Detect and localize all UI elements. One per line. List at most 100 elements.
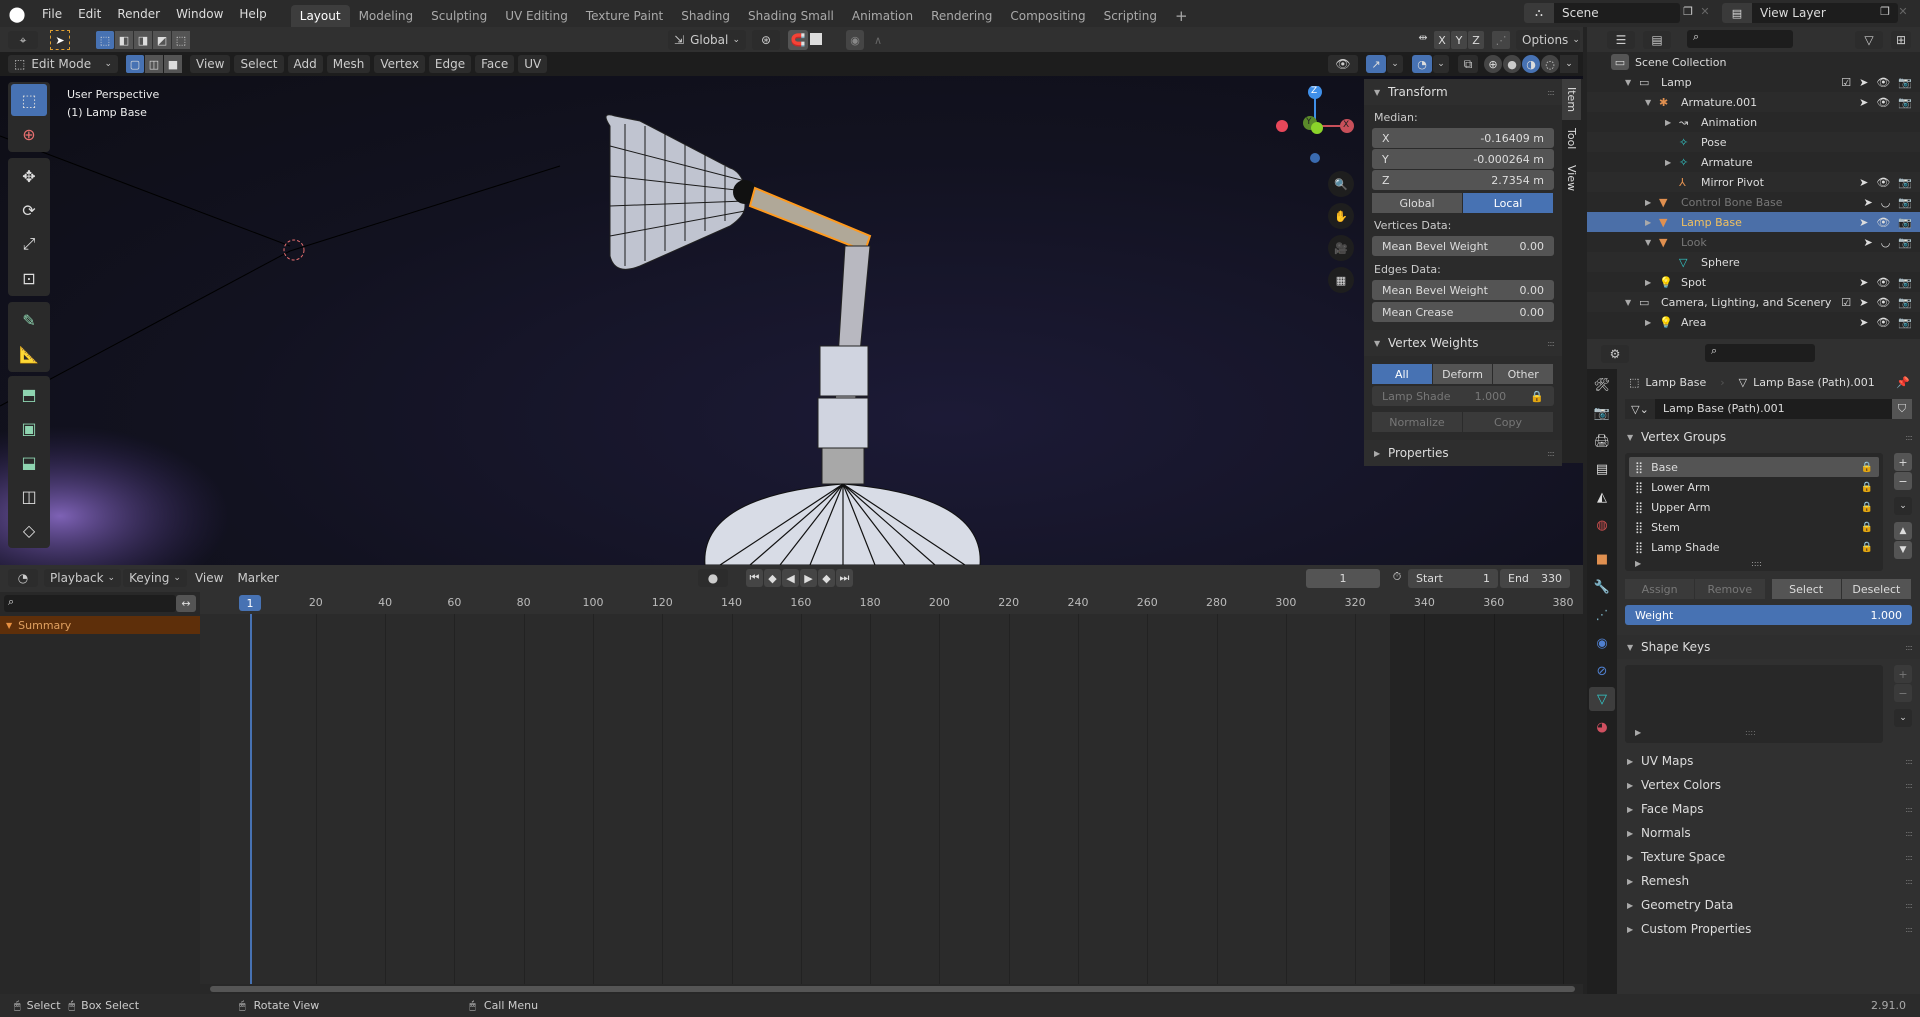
record-keyframe-icon[interactable]: ● — [698, 569, 728, 587]
rendered-shading-icon[interactable]: ◌ — [1541, 55, 1559, 73]
expanded-arrow-icon[interactable]: ▼ — [1625, 78, 1639, 87]
next-keyframe-icon[interactable]: ◆ — [818, 569, 835, 587]
filter-deform-button[interactable]: Deform — [1432, 364, 1493, 384]
menu-uv[interactable]: UV — [518, 55, 548, 73]
3d-viewport[interactable]: ⬚ ⊕ ✥ ⟳ ⤢ ⊡ ✎ 📐 ⬒ ▣ ⬓ ◫ ◇ User Perspecti… — [0, 76, 1583, 565]
snap-icon[interactable]: 🧲 — [788, 30, 808, 50]
selectable-icon[interactable]: ➤ — [1863, 196, 1872, 209]
mesh-name-field[interactable]: Lamp Base (Path).001 — [1655, 399, 1892, 419]
select-new-icon[interactable]: ⬚ — [96, 31, 114, 49]
delete-scene-icon[interactable]: ✕ — [1698, 5, 1712, 18]
local-button[interactable]: Local — [1463, 193, 1553, 213]
tab-modeling[interactable]: Modeling — [350, 5, 423, 27]
menu-marker[interactable]: Marker — [231, 569, 284, 587]
delete-view-layer-icon[interactable]: ✕ — [1896, 5, 1910, 18]
tab-view[interactable]: View — [1562, 157, 1581, 199]
render-tab-icon[interactable]: 📷 — [1589, 401, 1615, 425]
loop-cut-tool-icon[interactable]: ◫ — [11, 480, 47, 512]
vertex-group-item[interactable]: ⣿ Lamp Shade 🔒 — [1629, 537, 1879, 557]
select-invert-icon[interactable]: ◩ — [153, 31, 171, 49]
edge-select-icon[interactable]: ◫ — [145, 55, 163, 73]
panel-header[interactable]: ▶ Vertex Colors:::: — [1617, 773, 1920, 797]
collapsed-arrow-icon[interactable]: ▶ — [1665, 118, 1679, 127]
drag-grip-icon[interactable]: :::: — [1905, 901, 1913, 910]
face-select-icon[interactable]: ■ — [164, 55, 182, 73]
outliner-row[interactable]: ▶ 💡 Spot ➤ 👁 📷 — [1587, 272, 1920, 292]
transform-tool-icon[interactable]: ⊡ — [11, 262, 47, 294]
collapsed-arrow-icon[interactable]: ▶ — [1645, 278, 1659, 287]
panel-header[interactable]: ▶ Face Maps:::: — [1617, 797, 1920, 821]
snap-target-icon[interactable] — [810, 33, 822, 45]
hidden-eye-icon[interactable]: ◡ — [1881, 236, 1891, 249]
render-camera-icon[interactable]: 📷 — [1898, 276, 1912, 289]
drag-grip-icon[interactable]: :::: — [1905, 643, 1913, 652]
editor-type-icon[interactable]: ⌖ — [8, 31, 38, 49]
panel-header[interactable]: ▶ Normals:::: — [1617, 821, 1920, 845]
stem-block-upper[interactable] — [819, 345, 869, 397]
panel-header[interactable]: ▶ Geometry Data:::: — [1617, 893, 1920, 917]
render-camera-icon[interactable]: 📷 — [1898, 316, 1912, 329]
particles-tab-icon[interactable]: ⋰ — [1589, 603, 1615, 627]
preview-range-icon[interactable]: ⏱ — [1388, 570, 1406, 584]
wireframe-shading-icon[interactable]: ⊕ — [1484, 55, 1502, 73]
prev-keyframe-icon[interactable]: ◆ — [764, 569, 781, 587]
rotate-tool-icon[interactable]: ⟳ — [11, 194, 47, 226]
tab-animation[interactable]: Animation — [843, 5, 922, 27]
drag-grip-icon[interactable]: :::: — [1905, 925, 1913, 934]
current-frame-field[interactable]: 1 — [1306, 569, 1380, 588]
select-button[interactable]: Select — [1771, 579, 1841, 599]
collapsed-arrow-icon[interactable]: ▶ — [1645, 318, 1659, 327]
sync-visibility-icon[interactable]: ↔ — [176, 595, 196, 612]
measure-tool-icon[interactable]: 📐 — [11, 338, 47, 370]
panel-header[interactable]: ▶ Texture Space:::: — [1617, 845, 1920, 869]
auto-merge-icon[interactable]: ⋰ — [1492, 31, 1510, 49]
start-frame-field[interactable]: Start 1 — [1408, 569, 1498, 588]
median-x-field[interactable]: X -0.16409 m — [1372, 128, 1554, 148]
zoom-icon[interactable]: 🔍 — [1328, 171, 1354, 197]
panel-header[interactable]: ▶ Custom Properties:::: — [1617, 917, 1920, 941]
transform-orientation-dropdown[interactable]: ⇲ Global ⌄ — [668, 30, 746, 50]
knife-tool-icon[interactable]: ◇ — [11, 514, 47, 546]
selectable-icon[interactable]: ➤ — [1859, 296, 1868, 309]
menu-add[interactable]: Add — [287, 55, 323, 73]
menu-keying[interactable]: Keying ⌄ — [123, 569, 187, 587]
scale-tool-icon[interactable]: ⤢ — [11, 228, 47, 260]
object-tab-icon[interactable]: ■ — [1589, 547, 1615, 571]
output-tab-icon[interactable]: 🖨 — [1589, 429, 1615, 453]
menu-render[interactable]: Render — [109, 7, 168, 21]
frame-ruler[interactable]: 1 20 40 60 80 100 120 140 160 180 200 220 240 260 280 3… — [200, 592, 1583, 614]
neg-z-axis-handle[interactable] — [1310, 153, 1320, 163]
properties-editor-type-icon[interactable]: ⚙ — [1601, 345, 1629, 363]
mode-dropdown[interactable]: ⬚ Edit Mode ⌄ — [8, 55, 118, 73]
filter-other-button[interactable]: Other — [1493, 364, 1554, 384]
options-dropdown[interactable]: Options ⌄ — [1516, 30, 1580, 50]
mesh-data-tab-icon[interactable]: ▽ — [1589, 687, 1615, 711]
list-resize-grip-icon[interactable]: :::: — [1751, 559, 1762, 568]
outliner-root[interactable]: ▭ Scene Collection — [1587, 52, 1920, 72]
fake-user-shield-icon[interactable]: ⛉ — [1892, 399, 1912, 419]
add-shape-key-button[interactable]: + — [1894, 665, 1912, 683]
eye-icon[interactable]: 👁 — [1876, 216, 1890, 229]
properties-search-input[interactable]: ⌕ — [1705, 344, 1815, 362]
outliner-row[interactable]: ▶ ↝ Animation — [1587, 112, 1920, 132]
material-tab-icon[interactable]: ◕ — [1589, 715, 1615, 739]
eye-icon[interactable]: 👁 — [1876, 316, 1890, 329]
collapsed-arrow-icon[interactable]: ▶ — [1665, 158, 1679, 167]
menu-help[interactable]: Help — [231, 7, 274, 21]
menu-view[interactable]: View — [190, 55, 231, 73]
selectable-icon[interactable]: ➤ — [1859, 176, 1868, 189]
lock-icon[interactable]: 🔒 — [1530, 390, 1544, 403]
move-group-down-button[interactable]: ▼ — [1894, 541, 1912, 559]
render-camera-icon[interactable]: 📷 — [1898, 296, 1912, 309]
deselect-button[interactable]: Deselect — [1841, 579, 1911, 599]
drag-grip-icon[interactable]: :::: — [1905, 829, 1913, 838]
expanded-arrow-icon[interactable]: ▼ — [1645, 238, 1659, 247]
outliner-row[interactable]: ▼ ✱ Armature.001 ➤ 👁 📷 — [1587, 92, 1920, 112]
upper-arm-mesh-selected[interactable] — [748, 186, 872, 253]
stem-block-lower[interactable] — [817, 397, 869, 449]
menu-timeline-view[interactable]: View — [189, 569, 229, 587]
median-y-field[interactable]: Y -0.000264 m — [1372, 149, 1554, 169]
vertex-group-item[interactable]: ⣿ Lower Arm 🔒 — [1629, 477, 1879, 497]
mirror-x-toggle[interactable]: X — [1434, 31, 1450, 49]
modifier-tab-icon[interactable]: 🔧 — [1589, 575, 1615, 599]
